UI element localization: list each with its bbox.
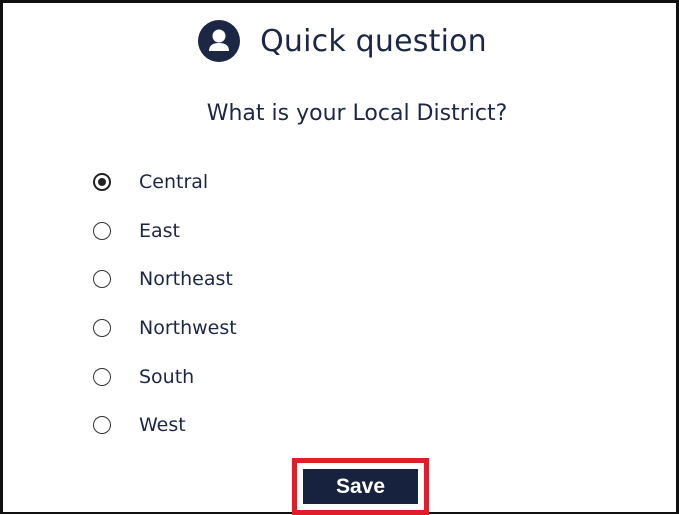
option-label: Northwest	[139, 317, 237, 340]
option-south[interactable]: South	[93, 352, 237, 401]
user-avatar-icon	[198, 20, 241, 62]
radio-button[interactable]	[93, 416, 111, 435]
save-highlight-box: Save	[292, 458, 429, 515]
radio-button[interactable]	[93, 270, 111, 289]
question-text: What is your Local District?	[206, 101, 508, 126]
option-east[interactable]: East	[93, 207, 237, 256]
option-label: West	[139, 414, 186, 437]
option-label: Northeast	[139, 268, 233, 291]
radio-button[interactable]	[93, 367, 111, 386]
option-label: East	[139, 219, 180, 242]
radio-button-checked[interactable]	[93, 173, 111, 192]
survey-panel: Quick question What is your Local Distri…	[0, 0, 679, 515]
option-northwest[interactable]: Northwest	[93, 304, 237, 353]
radio-button[interactable]	[93, 319, 111, 338]
option-west[interactable]: West	[93, 401, 237, 450]
option-label: South	[139, 365, 195, 388]
district-options: Central East Northeast Northwest South W…	[93, 158, 237, 450]
panel-title: Quick question	[260, 23, 487, 59]
save-button[interactable]: Save	[303, 469, 418, 504]
option-central[interactable]: Central	[93, 158, 237, 207]
panel-header: Quick question	[3, 20, 679, 62]
option-label: Central	[139, 171, 209, 194]
radio-button[interactable]	[93, 221, 111, 240]
option-northeast[interactable]: Northeast	[93, 255, 237, 304]
